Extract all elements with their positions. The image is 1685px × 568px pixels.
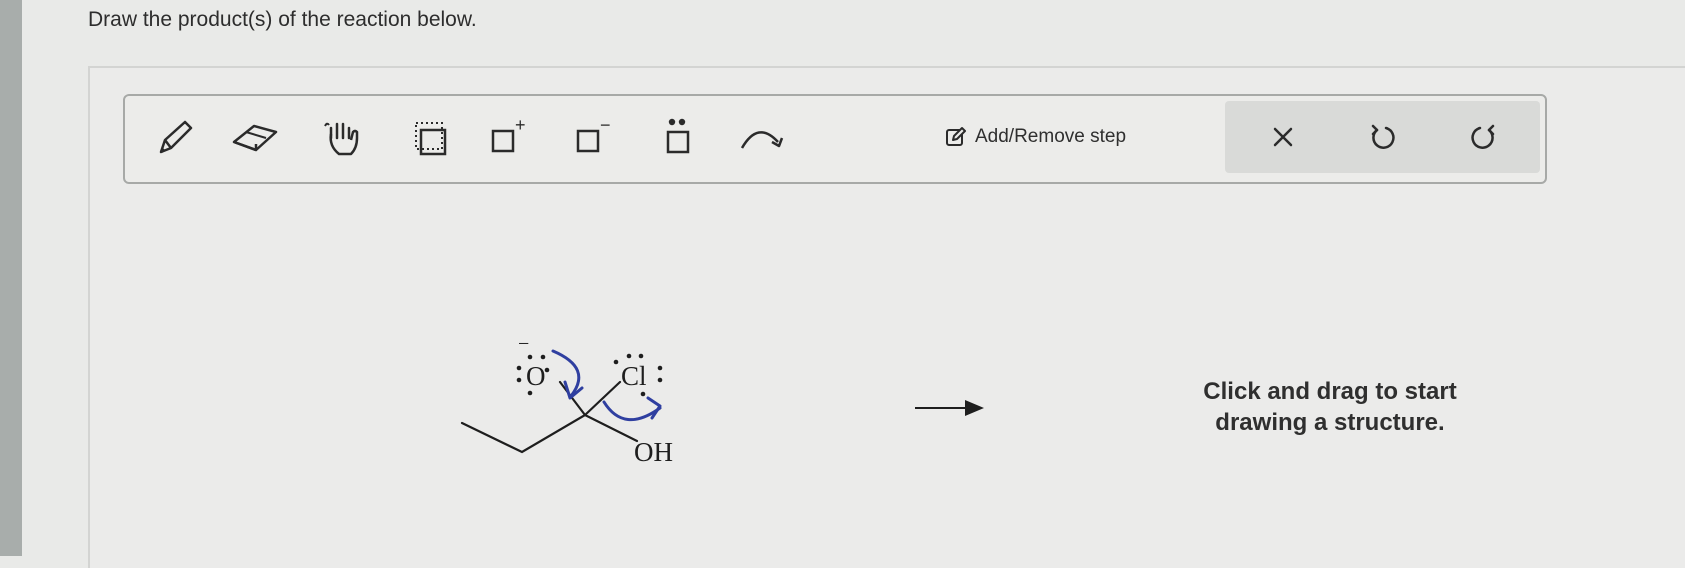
reaction-arrow (915, 400, 984, 416)
reactant-skeleton (460, 380, 639, 454)
chlorine-label: Cl (621, 361, 647, 391)
chlorine-atom: Cl (613, 353, 663, 397)
oxide-oxygen: O − (516, 333, 550, 396)
hydroxyl-label: OH (634, 437, 673, 467)
oxygen-label: O (526, 361, 546, 391)
reaction-canvas[interactable]: O − Cl OH (0, 0, 1685, 556)
negative-charge-label: − (518, 333, 529, 355)
canvas-hint: Click and drag to start drawing a struct… (1203, 378, 1457, 436)
